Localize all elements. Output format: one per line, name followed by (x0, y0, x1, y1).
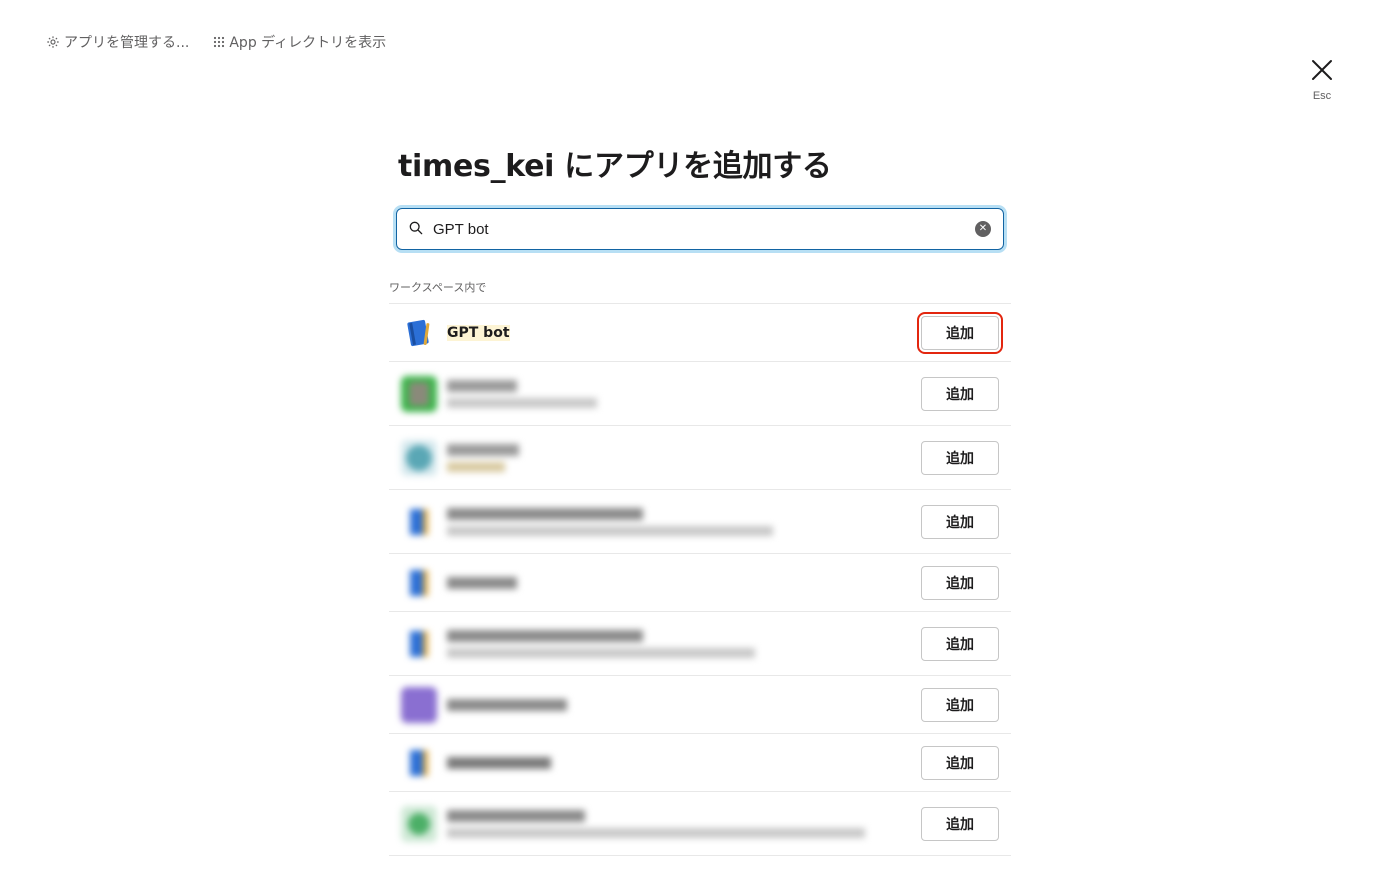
app-name (447, 809, 585, 822)
search-field[interactable]: GPT bot ✕ (396, 208, 1004, 250)
app-description (447, 461, 505, 472)
close-button[interactable]: Esc (1310, 58, 1334, 102)
add-button[interactable]: 追加 (917, 311, 1003, 354)
add-button[interactable]: 追加 (921, 440, 999, 475)
gear-icon (46, 35, 60, 49)
add-button[interactable]: 追加 (921, 687, 999, 722)
green-app-icon (401, 805, 437, 842)
results-list: GPT bot 追加 追加 追加 追加 追加 追加 追加 追加 追加 (389, 303, 1011, 856)
page-title: times_kei にアプリを追加する (398, 149, 832, 184)
list-item: 追加 (389, 490, 1011, 554)
add-button[interactable]: 追加 (921, 745, 999, 780)
notebook-icon (401, 504, 437, 540)
purple-app-icon (401, 686, 437, 723)
list-item: 追加 (389, 734, 1011, 792)
notebook-icon (401, 315, 437, 351)
manage-apps-link[interactable]: アプリを管理する... (46, 32, 189, 52)
app-name (447, 507, 643, 520)
add-button[interactable]: 追加 (921, 504, 999, 539)
notebook-icon (401, 745, 437, 781)
app-description (447, 647, 755, 658)
search-input[interactable]: GPT bot (433, 221, 975, 238)
app-description (447, 827, 865, 838)
add-button[interactable]: 追加 (921, 565, 999, 600)
app-name (447, 443, 519, 456)
app-name (447, 698, 567, 711)
top-links: アプリを管理する... App ディレクトリを表示 (46, 32, 386, 52)
add-button[interactable]: 追加 (921, 806, 999, 841)
globe-icon (401, 439, 437, 476)
app-name (447, 576, 517, 589)
add-button[interactable]: 追加 (921, 376, 999, 411)
notebook-icon (401, 626, 437, 662)
list-item: 追加 (389, 426, 1011, 490)
app-name (447, 629, 643, 642)
app-description (447, 525, 773, 536)
app-name (447, 379, 517, 392)
list-item: 追加 (389, 554, 1011, 612)
close-icon (1310, 60, 1334, 86)
list-item: 追加 (389, 792, 1011, 856)
section-label: ワークスペース内で (389, 281, 487, 294)
search-icon (409, 220, 423, 239)
grid-icon (213, 36, 225, 48)
list-item: 追加 (389, 612, 1011, 676)
list-item: 追加 (389, 676, 1011, 734)
add-button[interactable]: 追加 (921, 626, 999, 661)
app-directory-link[interactable]: App ディレクトリを表示 (213, 32, 386, 52)
app-directory-label: App ディレクトリを表示 (229, 35, 387, 51)
clear-search-icon[interactable]: ✕ (975, 221, 991, 237)
list-item: GPT bot 追加 (389, 304, 1011, 362)
avatar-green-icon (401, 375, 437, 412)
app-description (447, 397, 597, 408)
notebook-icon (401, 565, 437, 601)
esc-label: Esc (1312, 90, 1332, 102)
app-name (447, 756, 551, 769)
manage-apps-label: アプリを管理する... (64, 35, 190, 51)
list-item: 追加 (389, 362, 1011, 426)
